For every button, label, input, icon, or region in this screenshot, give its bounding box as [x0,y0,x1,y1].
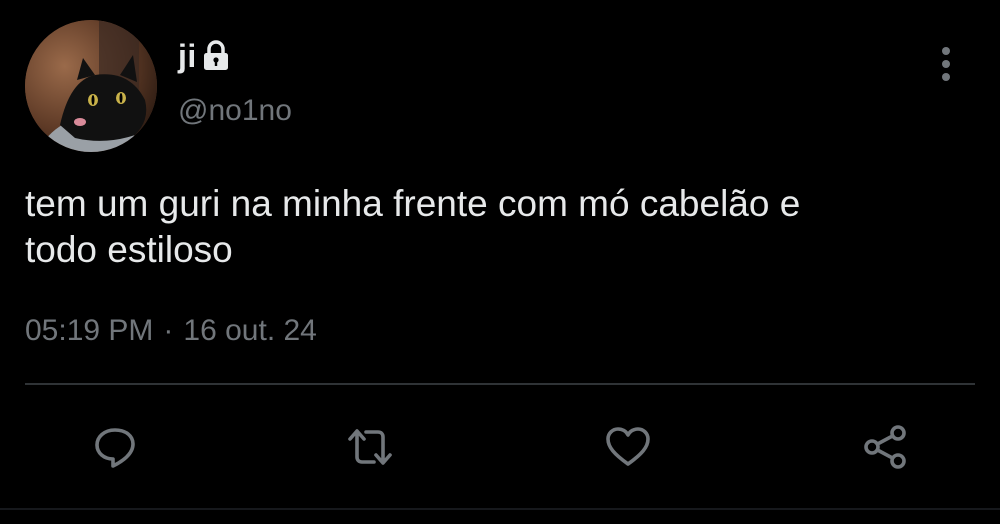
lock-icon [201,40,231,72]
black-cat-avatar-image [25,20,157,152]
user-handle[interactable]: @no1no [178,94,292,128]
name-row: ji [178,36,231,76]
display-name[interactable]: ji [178,38,197,75]
tweet-date[interactable]: 16 out. 24 [183,314,316,348]
share-button[interactable] [858,420,912,474]
divider [25,383,975,385]
tweet-meta: 05:19 PM · 16 out. 24 [25,314,317,348]
reply-button[interactable] [88,420,142,474]
bottom-divider [0,508,1000,510]
avatar[interactable] [25,20,157,152]
retweet-button[interactable] [343,420,397,474]
meta-separator: · [163,314,174,347]
action-bar [0,420,1000,474]
more-options-icon[interactable] [928,44,964,84]
share-icon [864,425,906,469]
comment-icon [95,428,135,468]
tweet-time[interactable]: 05:19 PM [25,314,153,348]
tweet-text: tem um guri na minha frente com mó cabel… [25,183,801,270]
heart-icon [606,427,650,466]
tweet-card: ji @no1no tem um guri na minha frente co… [0,0,1000,524]
retweet-icon [348,429,392,465]
like-button[interactable] [601,420,655,474]
